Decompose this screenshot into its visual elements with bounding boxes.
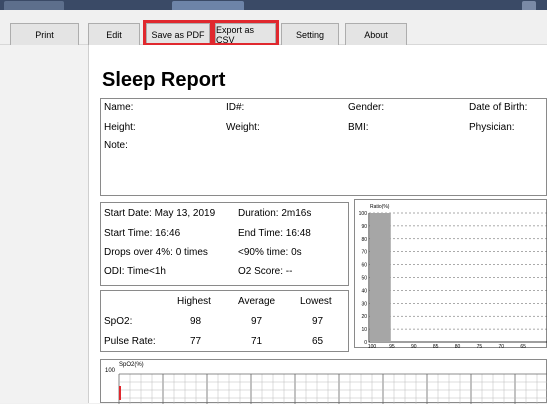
- spo2-chart: SpO2(%) 100: [100, 359, 547, 404]
- spo2-row-label: SpO2:: [104, 316, 133, 327]
- id-label: ID#:: [226, 102, 245, 113]
- stats-header-lowest: Lowest: [300, 296, 332, 307]
- ratio-bar: [370, 213, 391, 342]
- ratio-ytick-label: 70: [361, 250, 367, 256]
- ratio-ytick-label: 100: [359, 211, 368, 217]
- pulse-row-label: Pulse Rate:: [104, 336, 156, 347]
- start-date: Start Date: May 13, 2019: [104, 208, 216, 219]
- stats-header-average: Average: [238, 296, 276, 307]
- left-panel: [0, 45, 89, 403]
- duration: Duration: 2m16s: [238, 208, 312, 219]
- ratio-ytick-label: 20: [361, 314, 367, 320]
- ratio-ytick-label: 10: [361, 327, 367, 333]
- spo2-average: 97: [251, 316, 263, 327]
- ratio-xtick-label: 75: [477, 344, 483, 349]
- save-as-pdf-button[interactable]: Save as PDF: [146, 23, 210, 46]
- pulse-highest: 77: [190, 336, 202, 347]
- report-title: Sleep Report: [102, 69, 226, 91]
- edit-button[interactable]: Edit: [88, 23, 140, 46]
- ratio-xtick-label: 65: [520, 344, 526, 349]
- toolbar: Print Edit Save as PDF Export as CSV Set…: [0, 10, 547, 46]
- weight-label: Weight:: [226, 122, 260, 133]
- ratio-xtick-label: 95: [389, 344, 395, 349]
- name-label: Name:: [104, 102, 134, 113]
- ratio-xtick-label: 90: [411, 344, 417, 349]
- setting-button[interactable]: Setting: [281, 23, 339, 46]
- export-as-csv-button[interactable]: Export as CSV: [215, 23, 276, 46]
- spo2-chart-svg: [118, 373, 547, 404]
- drops-over-4: Drops over 4%: 0 times: [104, 247, 208, 258]
- app-tab[interactable]: [4, 1, 64, 10]
- window-titlebar: [0, 0, 547, 10]
- gender-label: Gender:: [348, 102, 385, 113]
- ratio-ytick-label: 40: [361, 288, 367, 294]
- ratio-xtick-label: 70: [498, 344, 504, 349]
- ratio-ytick-label: 30: [361, 301, 367, 307]
- stats-header-highest: Highest: [177, 296, 211, 307]
- ratio-ytick-label: 50: [361, 276, 367, 282]
- print-button[interactable]: Print: [10, 23, 79, 46]
- odi: ODI: Time<1h: [104, 266, 166, 277]
- bmi-label: BMI:: [348, 122, 369, 133]
- ratio-xtick-label: 100: [368, 344, 377, 349]
- dob-label: Date of Birth:: [469, 102, 528, 113]
- ratio-xtick-label: 85: [433, 344, 439, 349]
- pulse-average: 71: [251, 336, 263, 347]
- ratio-xtick-label: 80: [455, 344, 461, 349]
- ratio-chart-svg: 1009080706050403020100100 95 90 85 80 75 70 65: [359, 211, 547, 349]
- browser-tab[interactable]: [172, 1, 244, 10]
- ratio-ytick-label: 0: [364, 340, 367, 346]
- physician-label: Physician:: [469, 122, 515, 133]
- pulse-lowest: 65: [312, 336, 324, 347]
- ratio-ytick-label: 80: [361, 237, 367, 243]
- o2-score: O2 Score: --: [238, 266, 293, 277]
- ratio-ytick-label: 60: [361, 263, 367, 269]
- spo2-highest: 98: [190, 316, 202, 327]
- ratio-chart: Ratio(%) 100 90 80 70 60 50 40 30 20 10 0 100 95 90 85…: [354, 199, 547, 349]
- height-label: Height:: [104, 122, 136, 133]
- end-time: End Time: 16:48: [238, 228, 311, 239]
- about-button[interactable]: About: [345, 23, 407, 46]
- ratio-ytick-label: 90: [361, 224, 367, 230]
- spo2-lowest: 97: [312, 316, 324, 327]
- start-time: Start Time: 16:46: [104, 228, 181, 239]
- note-label: Note:: [104, 140, 128, 151]
- under-90-time: <90% time: 0s: [238, 247, 302, 258]
- window-control-icon[interactable]: [522, 1, 536, 10]
